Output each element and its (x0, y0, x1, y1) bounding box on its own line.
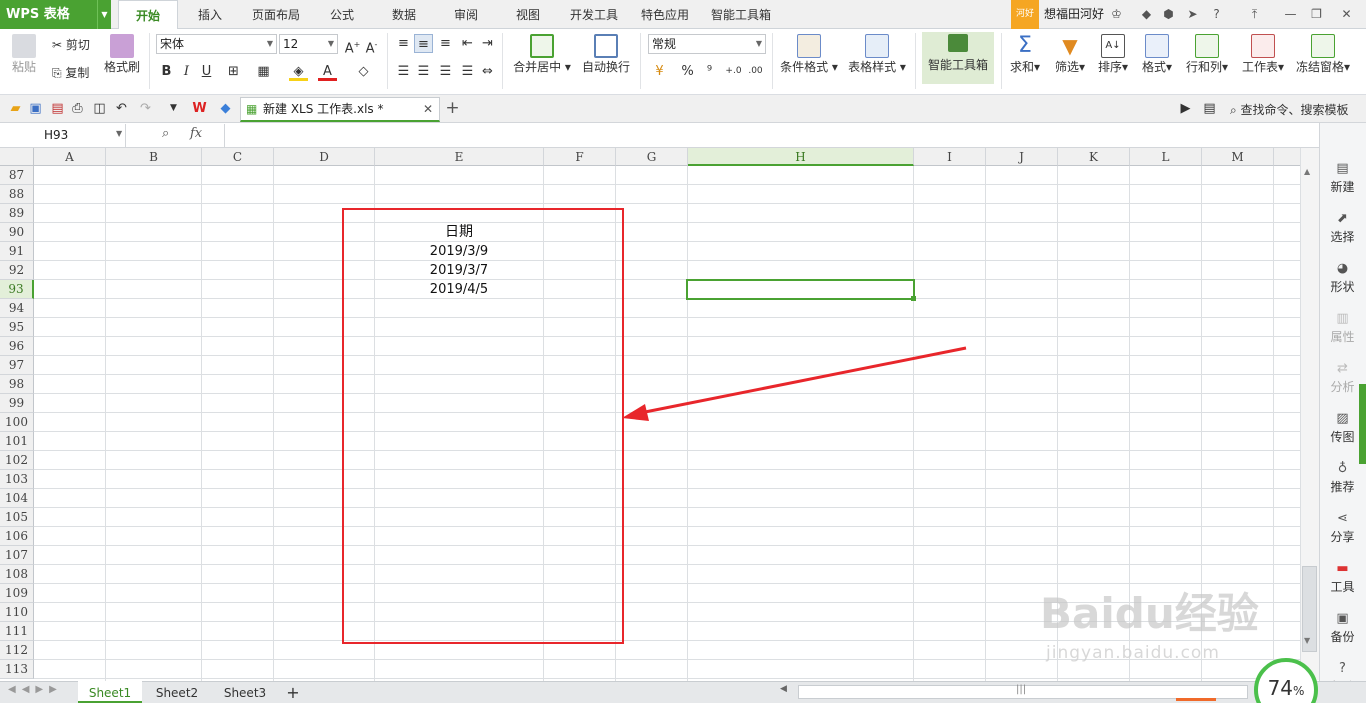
scroll-grip-icon: ||| (1016, 684, 1027, 695)
scroll-left-icon[interactable]: ◀ (780, 684, 787, 694)
new-file-icon: ▤ (1336, 161, 1349, 176)
sheet-tab-2[interactable]: Sheet2 (146, 681, 208, 703)
sheet-tab-3[interactable]: Sheet3 (212, 681, 278, 703)
share-icon: ⋖ (1337, 511, 1348, 526)
watermark-logo: Baidu经验 (1040, 589, 1259, 638)
panel-shape-button[interactable]: ◕ 形状 (1319, 262, 1366, 295)
backup-icon: ▣ (1336, 611, 1349, 626)
select-icon: ⬈ (1337, 211, 1348, 226)
shape-icon: ◕ (1336, 261, 1349, 276)
panel-analysis-button[interactable]: ⇄ 分析 (1319, 362, 1366, 395)
sheet-tab-1[interactable]: Sheet1 (78, 681, 142, 703)
panel-select-button[interactable]: ⬈ 选择 (1319, 212, 1366, 245)
panel-share-button[interactable]: ⋖ 分享 (1319, 512, 1366, 545)
panel-recommend-button[interactable]: ♁ 推荐 (1319, 462, 1366, 495)
status-indicator (1176, 698, 1216, 701)
watermark-url: jingyan.baidu.com (1046, 643, 1220, 663)
add-sheet-button[interactable]: + (282, 681, 304, 703)
panel-image-upload-button[interactable]: ▨ 传图 (1319, 412, 1366, 445)
panel-property-button[interactable]: ▥ 属性 (1319, 312, 1366, 345)
help-icon: ? (1339, 661, 1346, 676)
scroll-up-icon[interactable]: ▲ (1304, 167, 1310, 176)
sheet-nav-arrows-icon[interactable]: ◀◀▶▶ (8, 684, 63, 695)
toolbox-icon: ▬ (1336, 561, 1349, 576)
image-upload-icon: ▨ (1336, 411, 1349, 426)
recommend-icon: ♁ (1337, 461, 1348, 476)
scroll-down-icon[interactable]: ▼ (1304, 636, 1310, 645)
panel-backup-button[interactable]: ▣ 备份 (1319, 612, 1366, 645)
analysis-icon: ⇄ (1337, 361, 1348, 376)
panel-tools-button[interactable]: ▬ 工具 (1319, 562, 1366, 595)
property-icon: ▥ (1336, 311, 1349, 326)
panel-new-button[interactable]: ▤ 新建 (1319, 162, 1366, 195)
